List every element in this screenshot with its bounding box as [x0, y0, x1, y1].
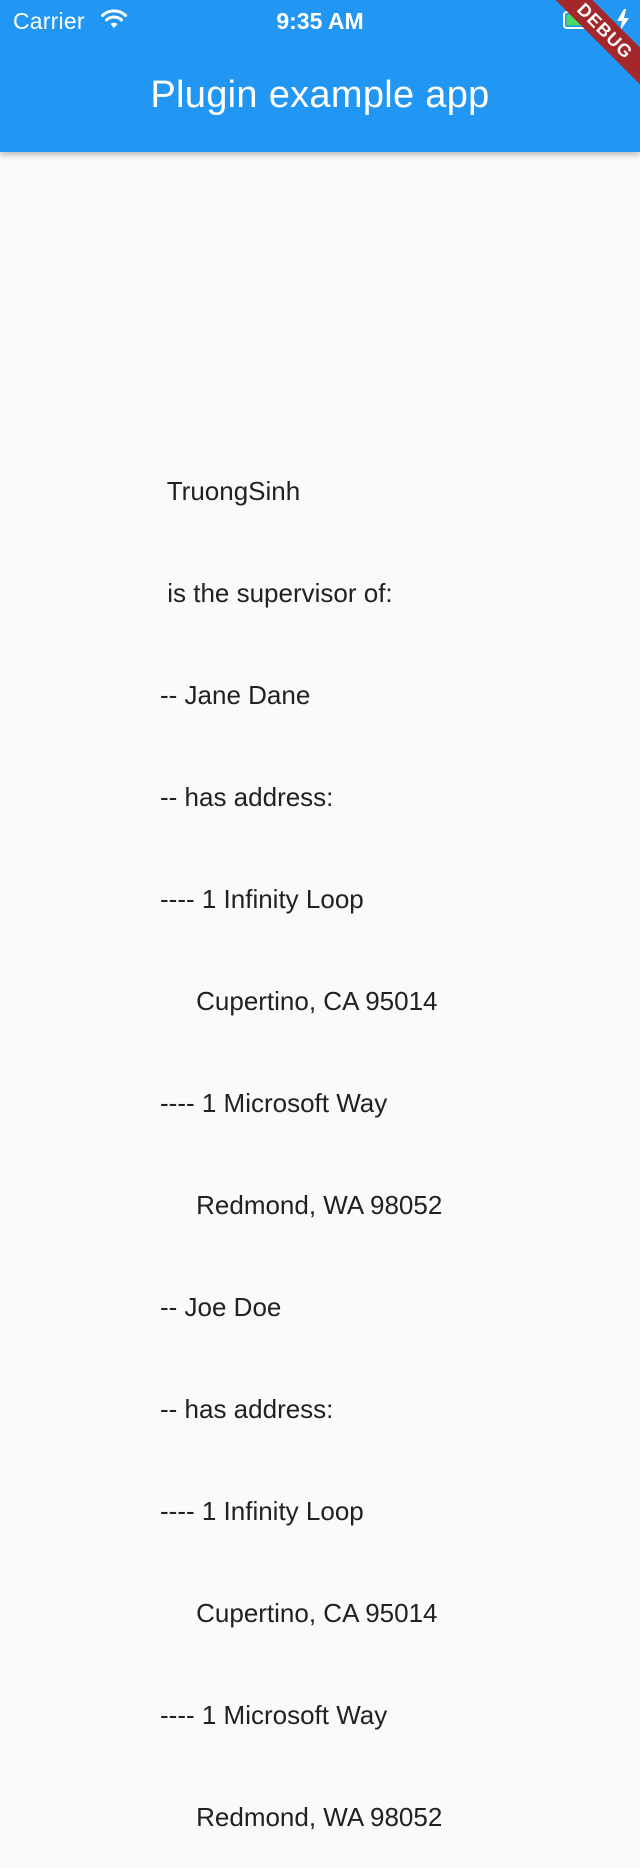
text-line: Cupertino, CA 95014 [160, 986, 438, 1016]
text-line: -- has address: [160, 1394, 334, 1424]
text-line: ---- 1 Infinity Loop [160, 1496, 364, 1526]
text-line: -- Joe Doe [160, 1292, 282, 1322]
text-line: Redmond, WA 98052 [160, 1802, 443, 1832]
text-line: ---- 1 Microsoft Way [160, 1700, 388, 1730]
text-line: Redmond, WA 98052 [160, 1190, 443, 1220]
text-line: is the supervisor of: [160, 578, 393, 608]
page-title: Plugin example app [150, 74, 490, 116]
status-time: 9:35 AM [276, 8, 364, 34]
text-line: Cupertino, CA 95014 [160, 1598, 438, 1628]
supervisor-text: TruongSinh is the supervisor of: -- Jane… [160, 406, 442, 1868]
text-line: -- Jane Dane [160, 680, 311, 710]
text-line: ---- 1 Infinity Loop [160, 884, 364, 914]
text-line: ---- 1 Microsoft Way [160, 1088, 388, 1118]
text-line: -- has address: [160, 782, 334, 812]
text-line: TruongSinh [160, 476, 301, 506]
status-bar: Carrier 9:35 AM [0, 0, 640, 40]
app-bar: Carrier 9:35 AM Plugin example app DEBUG [0, 0, 640, 152]
